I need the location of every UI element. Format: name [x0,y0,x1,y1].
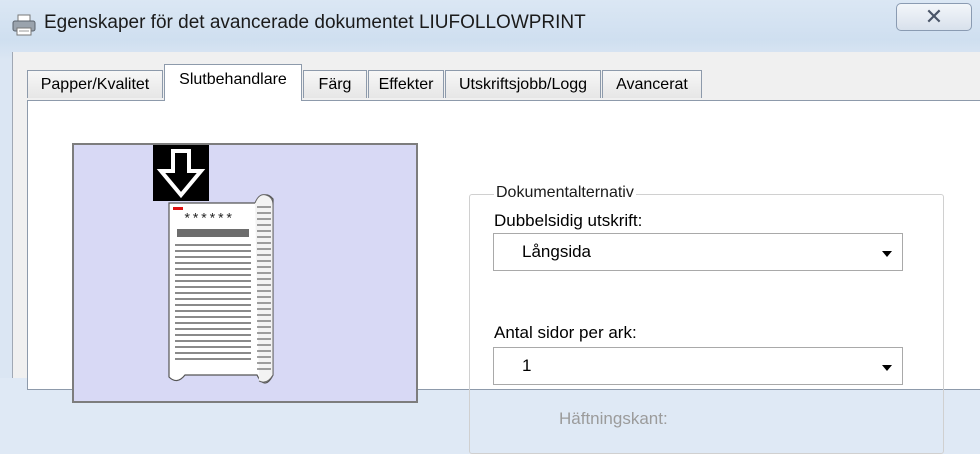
finishing-preview: ****** [72,143,418,403]
pages-per-sheet-label: Antal sidor per ark: [494,323,637,342]
tab-avancerat[interactable]: Avancerat [602,70,702,98]
duplex-label: Dubbelsidig utskrift: [494,211,643,230]
close-icon: ✕ [924,4,944,29]
tab-effekter[interactable]: Effekter [368,70,444,98]
window-title: Egenskaper för det avancerade dokumentet… [44,12,586,33]
dialog-client: Papper/Kvalitet Slutbehandlare Färg Effe… [12,52,980,454]
duplex-select[interactable]: Långsida [493,233,903,271]
chevron-down-icon [882,251,892,257]
document-options-legend: Dokumentalternativ [494,184,636,202]
stars-text: ****** [183,212,233,228]
tab-slutbehandlare[interactable]: Slutbehandlare [164,64,302,101]
duplex-value: Långsida [522,242,592,261]
chevron-down-icon [882,365,892,371]
tab-panel: ****** Dokumentalternativ Dubbelsidig ut… [27,100,980,454]
document-icon: ****** [168,194,274,384]
printer-icon [12,14,36,36]
properties-window: Egenskaper för det avancerade dokumentet… [0,0,980,454]
pages-per-sheet-select[interactable]: 1 [493,347,903,385]
title-bar: Egenskaper för det avancerade dokumentet… [0,0,980,52]
close-button[interactable]: ✕ [896,3,972,31]
binding-edge-label: Häftningskant: [559,409,668,428]
tab-farg[interactable]: Färg [303,70,367,98]
tab-utskriftsjobb-logg[interactable]: Utskriftsjobb/Logg [445,70,601,98]
pages-per-sheet-value: 1 [522,356,532,375]
tab-papper-kvalitet[interactable]: Papper/Kvalitet [27,70,163,98]
